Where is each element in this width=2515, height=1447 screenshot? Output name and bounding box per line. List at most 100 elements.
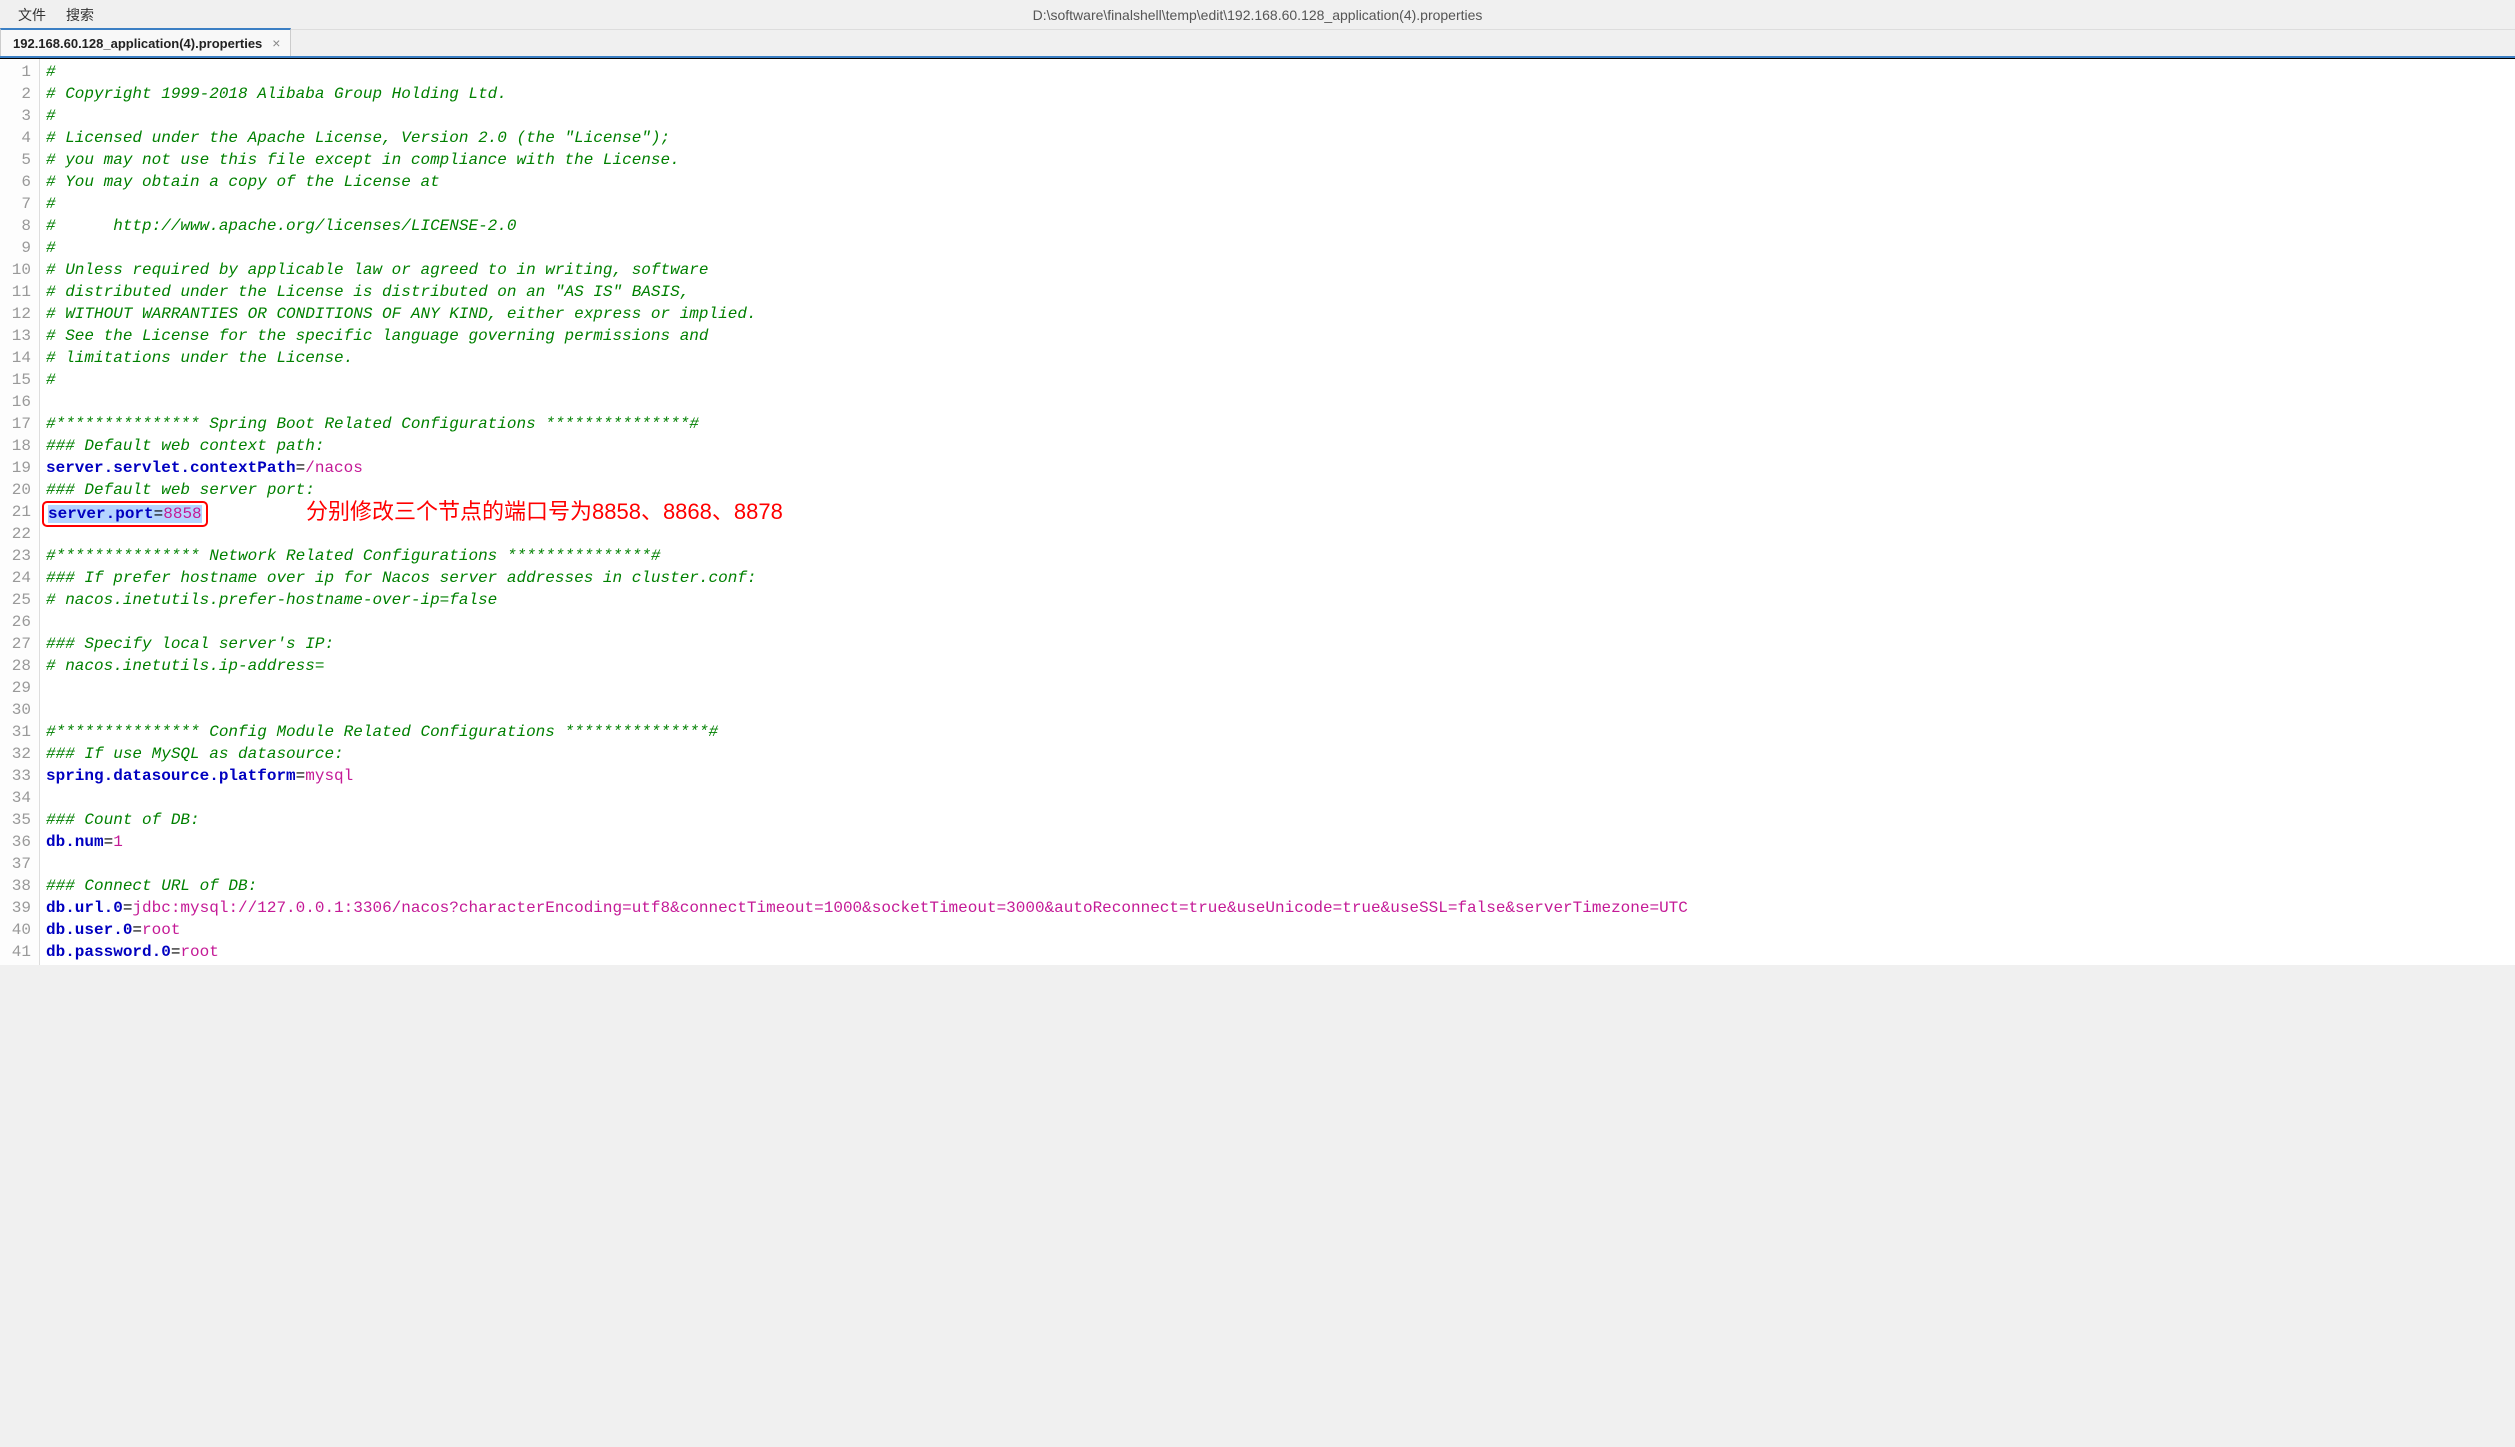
line-number: 8 <box>0 215 31 237</box>
window-title-path: D:\software\finalshell\temp\edit\192.168… <box>1033 7 1483 23</box>
code-line[interactable]: # See the License for the specific langu… <box>46 325 2515 347</box>
code-line[interactable] <box>46 523 2515 545</box>
line-number-gutter: 1234567891011121314151617181920212223242… <box>0 59 40 965</box>
code-line[interactable]: ### Count of DB: <box>46 809 2515 831</box>
code-line[interactable] <box>46 677 2515 699</box>
code-line[interactable] <box>46 391 2515 413</box>
line-number: 35 <box>0 809 31 831</box>
property-key: server.port <box>48 505 154 523</box>
equals-sign: = <box>154 505 164 523</box>
code-line[interactable]: # <box>46 369 2515 391</box>
comment-text: # limitations under the License. <box>46 349 353 367</box>
property-key: db.user.0 <box>46 921 132 939</box>
code-line[interactable]: ### Default web context path: <box>46 435 2515 457</box>
comment-text: # <box>46 239 56 257</box>
line-number: 1 <box>0 61 31 83</box>
code-line[interactable]: # <box>46 237 2515 259</box>
comment-text: ### Default web server port: <box>46 481 315 499</box>
property-value: root <box>180 943 218 961</box>
equals-sign: = <box>132 921 142 939</box>
code-line[interactable]: # <box>46 105 2515 127</box>
code-line[interactable]: db.num=1 <box>46 831 2515 853</box>
line-number: 40 <box>0 919 31 941</box>
code-line[interactable]: server.port=8858分别修改三个节点的端口号为8858、8868、8… <box>46 501 2515 523</box>
menu-file[interactable]: 文件 <box>8 1 56 29</box>
code-line[interactable] <box>46 699 2515 721</box>
annotation-text: 分别修改三个节点的端口号为8858、8868、8878 <box>306 501 783 523</box>
menu-bar: 文件 搜索 D:\software\finalshell\temp\edit\1… <box>0 0 2515 30</box>
close-icon[interactable]: × <box>272 35 280 51</box>
comment-text: # <box>46 195 56 213</box>
code-line[interactable]: # distributed under the License is distr… <box>46 281 2515 303</box>
line-number: 30 <box>0 699 31 721</box>
code-line[interactable]: server.servlet.contextPath=/nacos <box>46 457 2515 479</box>
comment-text: # http://www.apache.org/licenses/LICENSE… <box>46 217 516 235</box>
line-number: 4 <box>0 127 31 149</box>
line-number: 9 <box>0 237 31 259</box>
line-number: 17 <box>0 413 31 435</box>
line-number: 32 <box>0 743 31 765</box>
code-line[interactable]: ### Specify local server's IP: <box>46 633 2515 655</box>
code-line[interactable]: # nacos.inetutils.ip-address= <box>46 655 2515 677</box>
property-value: 1 <box>113 833 123 851</box>
code-line[interactable]: # Copyright 1999-2018 Alibaba Group Hold… <box>46 83 2515 105</box>
code-line[interactable]: spring.datasource.platform=mysql <box>46 765 2515 787</box>
line-number: 2 <box>0 83 31 105</box>
comment-text: #*************** Config Module Related C… <box>46 723 718 741</box>
code-line[interactable]: # <box>46 193 2515 215</box>
code-line[interactable]: ### If use MySQL as datasource: <box>46 743 2515 765</box>
code-line[interactable]: ### Default web server port: <box>46 479 2515 501</box>
code-line[interactable]: db.password.0=root <box>46 941 2515 963</box>
comment-text: # See the License for the specific langu… <box>46 327 709 345</box>
code-line[interactable]: ### If prefer hostname over ip for Nacos… <box>46 567 2515 589</box>
comment-text: # <box>46 107 56 125</box>
code-area[interactable]: # # Copyright 1999-2018 Alibaba Group Hol… <box>40 59 2515 965</box>
comment-text: # You may obtain a copy of the License a… <box>46 173 440 191</box>
comment-text: # <box>46 63 56 81</box>
line-number: 24 <box>0 567 31 589</box>
code-line[interactable]: db.user.0=root <box>46 919 2515 941</box>
comment-text: # nacos.inetutils.ip-address= <box>46 657 324 675</box>
code-line[interactable]: # Unless required by applicable law or a… <box>46 259 2515 281</box>
equals-sign: = <box>104 833 114 851</box>
comment-text: ### If use MySQL as datasource: <box>46 745 344 763</box>
line-number: 39 <box>0 897 31 919</box>
code-line[interactable] <box>46 787 2515 809</box>
line-number: 23 <box>0 545 31 567</box>
line-number: 19 <box>0 457 31 479</box>
comment-text: # you may not use this file except in co… <box>46 151 680 169</box>
code-line[interactable] <box>46 611 2515 633</box>
code-line[interactable]: # WITHOUT WARRANTIES OR CONDITIONS OF AN… <box>46 303 2515 325</box>
code-editor[interactable]: 1234567891011121314151617181920212223242… <box>0 58 2515 965</box>
comment-text: # Copyright 1999-2018 Alibaba Group Hold… <box>46 85 507 103</box>
tab-label: 192.168.60.128_application(4).properties <box>13 36 262 51</box>
code-line[interactable]: db.url.0=jdbc:mysql://127.0.0.1:3306/nac… <box>46 897 2515 919</box>
code-line[interactable]: #*************** Spring Boot Related Con… <box>46 413 2515 435</box>
tab-active[interactable]: 192.168.60.128_application(4).properties… <box>0 28 291 56</box>
code-line[interactable]: # you may not use this file except in co… <box>46 149 2515 171</box>
property-key: spring.datasource.platform <box>46 767 296 785</box>
comment-text: # Unless required by applicable law or a… <box>46 261 709 279</box>
code-line[interactable]: # <box>46 61 2515 83</box>
code-line[interactable] <box>46 853 2515 875</box>
line-number: 27 <box>0 633 31 655</box>
equals-sign: = <box>296 459 306 477</box>
code-line[interactable]: # limitations under the License. <box>46 347 2515 369</box>
line-number: 38 <box>0 875 31 897</box>
comment-text: ### Specify local server's IP: <box>46 635 334 653</box>
line-number: 34 <box>0 787 31 809</box>
line-number: 13 <box>0 325 31 347</box>
equals-sign: = <box>171 943 181 961</box>
menu-search[interactable]: 搜索 <box>56 1 104 29</box>
comment-text: #*************** Spring Boot Related Con… <box>46 415 699 433</box>
code-line[interactable]: ### Connect URL of DB: <box>46 875 2515 897</box>
comment-text: ### Connect URL of DB: <box>46 877 257 895</box>
code-line[interactable]: # Licensed under the Apache License, Ver… <box>46 127 2515 149</box>
code-line[interactable]: # http://www.apache.org/licenses/LICENSE… <box>46 215 2515 237</box>
line-number: 12 <box>0 303 31 325</box>
code-line[interactable]: #*************** Config Module Related C… <box>46 721 2515 743</box>
code-line[interactable]: # nacos.inetutils.prefer-hostname-over-i… <box>46 589 2515 611</box>
code-line[interactable]: # You may obtain a copy of the License a… <box>46 171 2515 193</box>
code-line[interactable]: #*************** Network Related Configu… <box>46 545 2515 567</box>
line-number: 18 <box>0 435 31 457</box>
